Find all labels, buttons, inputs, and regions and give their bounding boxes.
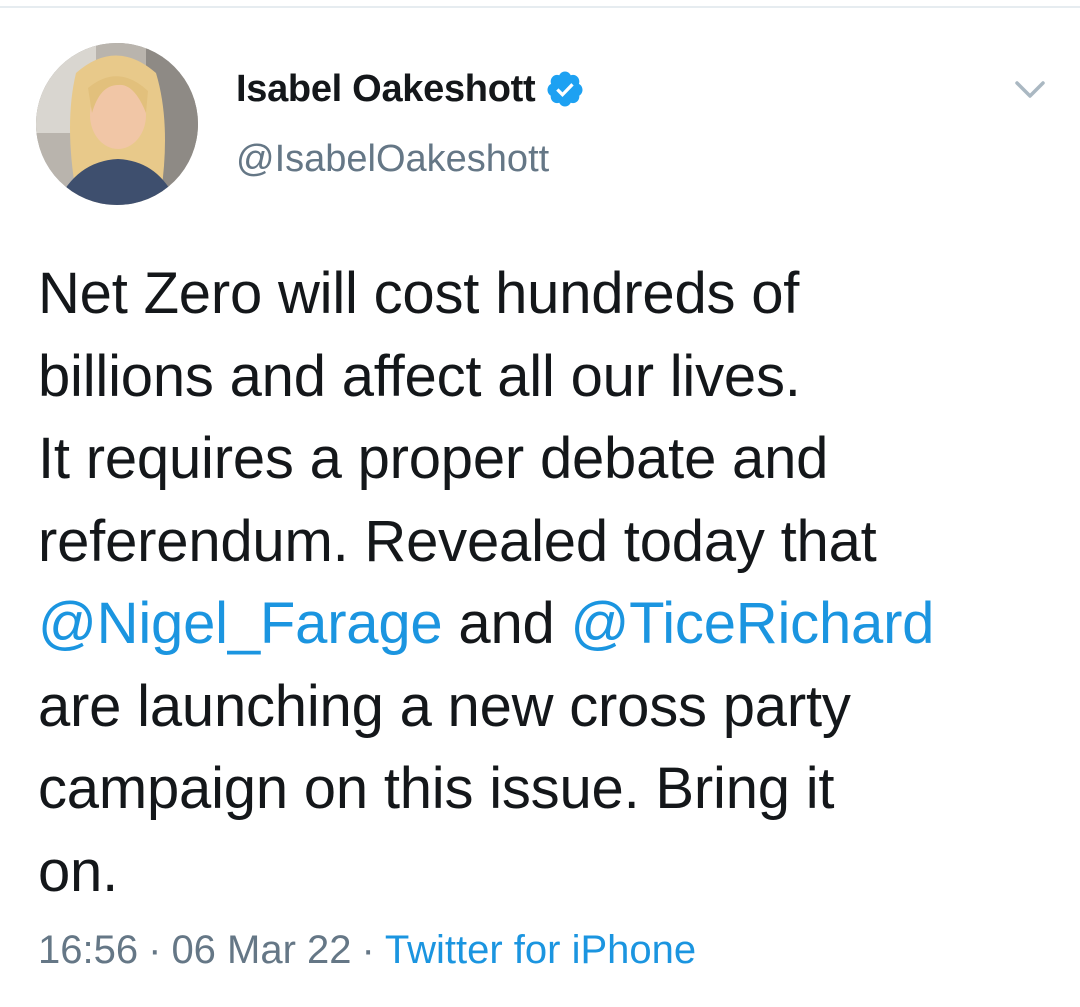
meta-separator: · (148, 928, 162, 972)
avatar[interactable] (36, 43, 198, 205)
tweet-text-line: Net Zero will cost hundreds of (38, 261, 800, 326)
tweet-text-line: It requires a proper debate and (38, 426, 829, 491)
tweet-date[interactable]: 06 Mar 22 (171, 928, 351, 973)
tweet-text-line: campaign on this issue. Bring it (38, 756, 835, 821)
mention-tice-richard[interactable]: @TiceRichard (570, 591, 934, 656)
tweet-meta: 16:56 · 06 Mar 22 · Twitter for iPhone (38, 928, 696, 973)
tweet-source-link[interactable]: Twitter for iPhone (385, 928, 696, 973)
tweet-time[interactable]: 16:56 (38, 928, 138, 973)
meta-separator: · (361, 928, 375, 972)
author-handle[interactable]: @IsabelOakeshott (236, 138, 549, 181)
tweet-text-line: on. (38, 838, 119, 904)
author-name-row: Isabel Oakeshott (236, 64, 585, 114)
chevron-down-icon[interactable] (1012, 74, 1048, 104)
tweet-text-line: billions and affect all our lives. (38, 343, 801, 409)
tweet-text-line: are launching a new cross party (38, 673, 851, 739)
display-name[interactable]: Isabel Oakeshott (236, 68, 536, 111)
verified-badge-icon (545, 69, 585, 109)
tweet-text-line: referendum. Revealed today that (38, 508, 877, 574)
mention-nigel-farage[interactable]: @Nigel_Farage (38, 591, 443, 656)
top-divider (0, 6, 1080, 8)
tweet-text: Net Zero will cost hundreds of billions … (38, 253, 1048, 913)
tweet-text-connector: and (442, 591, 571, 656)
